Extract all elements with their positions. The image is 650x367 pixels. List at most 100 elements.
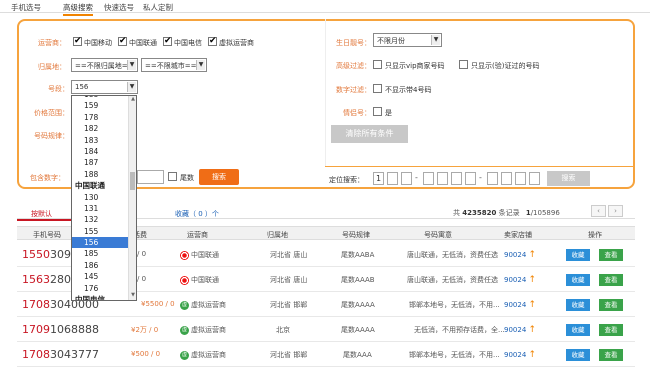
- position-search-button[interactable]: 搜索: [547, 171, 590, 186]
- view-button[interactable]: 查看: [599, 299, 623, 311]
- carrier-name: 虚拟运营商: [191, 326, 226, 334]
- view-button[interactable]: 查看: [599, 249, 623, 261]
- dropdown-option[interactable]: 176: [72, 283, 136, 294]
- sort-default-tab[interactable]: 按默认: [31, 209, 52, 219]
- carrier-checkbox-virtual[interactable]: [208, 36, 217, 46]
- dropdown-option[interactable]: 156: [72, 237, 136, 249]
- favorite-button[interactable]: 收藏: [566, 299, 590, 311]
- search-button[interactable]: 搜索: [199, 169, 239, 185]
- table-row[interactable]: 17091068888 ¥2万 / 0 虚虚拟运营商 北京 尾数AAAA 无低消…: [17, 317, 635, 342]
- carrier-cell: 虚虚拟运营商: [180, 325, 226, 335]
- price-cell: ¥5500 / 0: [141, 300, 175, 308]
- tab-private-custom[interactable]: 私人定制: [143, 2, 173, 13]
- total-count: 4235820: [462, 209, 497, 217]
- dropdown-option[interactable]: 184: [72, 146, 136, 157]
- tail-checkbox[interactable]: [168, 172, 177, 181]
- position-digit-11[interactable]: [529, 172, 540, 185]
- dropdown-option[interactable]: 183: [72, 135, 136, 146]
- dropdown-group-label: 中国联通: [75, 181, 105, 191]
- vip-only-label: 只显示vip商家号码: [385, 62, 445, 70]
- position-digit-7[interactable]: [465, 172, 476, 185]
- position-digit-10[interactable]: [515, 172, 526, 185]
- scroll-up-icon[interactable]: ▲: [129, 96, 136, 104]
- prefix-dropdown-list[interactable]: 188159178182183184187188中国联通130131132155…: [71, 95, 137, 301]
- next-page-button[interactable]: ›: [608, 205, 623, 217]
- dropdown-option[interactable]: 182: [72, 123, 136, 134]
- fee-value: 0: [153, 326, 159, 334]
- carrier-name: 虚拟运营商: [191, 351, 226, 359]
- exclude-4-checkbox[interactable]: [373, 84, 382, 93]
- view-button[interactable]: 查看: [599, 274, 623, 286]
- position-digit-3[interactable]: [401, 172, 412, 185]
- vip-only-checkbox[interactable]: [373, 60, 382, 69]
- position-digit-5[interactable]: [437, 172, 448, 185]
- shop-link[interactable]: 90024 ↑: [504, 350, 536, 360]
- view-button[interactable]: 查看: [599, 349, 623, 361]
- favorite-button[interactable]: 收藏: [566, 274, 590, 286]
- position-digit-8[interactable]: [487, 172, 498, 185]
- tab-quick-pick[interactable]: 快速选号: [104, 2, 134, 13]
- favorites-count-link[interactable]: 收藏（ 0 ）个: [175, 209, 219, 219]
- contains-digit-input[interactable]: [137, 170, 164, 184]
- favorite-button[interactable]: 收藏: [566, 249, 590, 261]
- favorite-button[interactable]: 收藏: [566, 324, 590, 336]
- number-prefix: 1708: [22, 298, 50, 311]
- carrier-checkbox-mobile[interactable]: [73, 36, 82, 46]
- verified-only-checkbox[interactable]: [459, 60, 468, 69]
- col-actions: 操作: [588, 231, 602, 239]
- couple-checkbox[interactable]: [373, 107, 382, 116]
- carrier-label: 运营商：: [38, 39, 66, 47]
- province-select[interactable]: ==不限归属地= ▼: [71, 58, 138, 72]
- shop-link[interactable]: 90024 ↑: [504, 325, 536, 335]
- dropdown-option[interactable]: 185: [72, 248, 136, 259]
- phone-number[interactable]: 17091068888: [22, 323, 99, 336]
- position-digit-6[interactable]: [451, 172, 462, 185]
- clear-all-button[interactable]: 清除所有条件: [331, 125, 408, 143]
- city-select[interactable]: ==不限城市== ▼: [141, 58, 207, 72]
- dropdown-option[interactable]: 155: [72, 226, 136, 237]
- tab-advanced-search[interactable]: 高级搜索: [63, 2, 93, 16]
- dropdown-option[interactable]: 186: [72, 260, 136, 271]
- phone-number[interactable]: 17083043777: [22, 348, 99, 361]
- scroll-down-icon[interactable]: ▼: [129, 292, 136, 300]
- birthday-select[interactable]: 不限月份 ▼: [373, 33, 442, 47]
- advanced-filter-label: 高级过滤：: [336, 62, 371, 70]
- shop-link[interactable]: 90024 ↑: [504, 300, 536, 310]
- carrier-checkbox-telecom[interactable]: [163, 36, 172, 46]
- carrier-label-telecom: 中国电信: [174, 39, 202, 47]
- arrow-up-icon: ↑: [528, 250, 537, 260]
- birthday-label: 生日靓号：: [336, 39, 371, 47]
- dropdown-option[interactable]: 130: [72, 192, 136, 203]
- prefix-select[interactable]: 156 ▼: [71, 80, 138, 94]
- shop-link[interactable]: 90024 ↑: [504, 250, 536, 260]
- tab-phone-pick[interactable]: 手机选号: [11, 2, 41, 13]
- position-digit-9[interactable]: [501, 172, 512, 185]
- position-digit-2[interactable]: [387, 172, 398, 185]
- dropdown-option[interactable]: 187: [72, 157, 136, 168]
- view-button[interactable]: 查看: [599, 324, 623, 336]
- region-label: 归属地：: [38, 63, 66, 71]
- region-cell: 河北省 唐山: [270, 276, 308, 284]
- scrollbar-thumb[interactable]: [130, 172, 135, 190]
- number-rest: 1068888: [50, 323, 99, 336]
- dropdown-option[interactable]: 178: [72, 112, 136, 123]
- dropdown-scrollbar[interactable]: ▲ ▼: [128, 96, 136, 300]
- meaning-cell: 邯郸本地号，无低消，不用...: [409, 351, 500, 359]
- position-digit-1-value: 1: [376, 174, 382, 183]
- dropdown-option[interactable]: 159: [72, 100, 136, 111]
- carrier-name: 中国联通: [191, 276, 219, 284]
- position-digit-1[interactable]: 1: [373, 172, 384, 185]
- favorite-button[interactable]: 收藏: [566, 349, 590, 361]
- shop-link[interactable]: 90024 ↑: [504, 275, 536, 285]
- dropdown-option[interactable]: 188: [72, 169, 136, 180]
- carrier-name: 虚拟运营商: [191, 301, 226, 309]
- dropdown-option[interactable]: 132: [72, 214, 136, 225]
- dropdown-option[interactable]: 131: [72, 203, 136, 214]
- pattern-cell: 尾数AAAB: [341, 276, 375, 284]
- arrow-up-icon: ↑: [528, 325, 537, 335]
- table-row[interactable]: 17083043777 ¥500 / 0 虚虚拟运营商 河北省 邯郸 尾数AAA…: [17, 342, 635, 367]
- dropdown-option[interactable]: 145: [72, 271, 136, 282]
- carrier-checkbox-unicom[interactable]: [118, 36, 127, 46]
- prev-page-button[interactable]: ‹: [591, 205, 606, 217]
- position-digit-4[interactable]: [423, 172, 434, 185]
